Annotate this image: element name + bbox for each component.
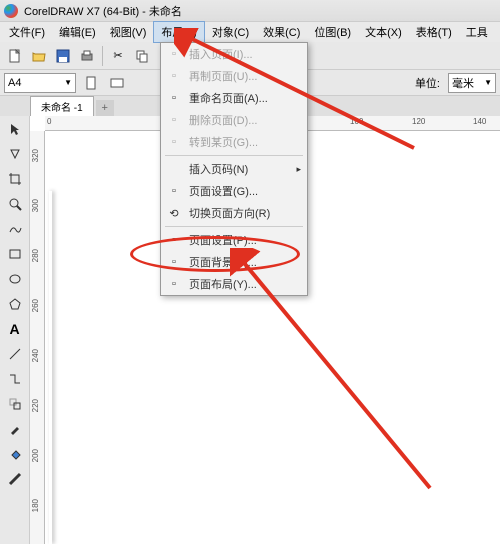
units-combo[interactable]: 毫米 ▼ [448,73,496,93]
menu-item-label: 删除页面(D)... [189,112,257,128]
ruler-tick-label: 100 [350,117,363,126]
menu-insert-page-number[interactable]: 插入页码(N) ▸ [161,158,307,180]
menu-page-setup[interactable]: ▫ 页面设置(G)... [161,180,307,202]
add-tab-button[interactable]: + [96,100,114,116]
ruler-tick-label: 320 [31,149,40,162]
page-add-icon: ▫ [166,46,182,62]
title-bar: CorelDRAW X7 (64-Bit) - 未命名 [0,0,500,22]
menu-item-label: 切换页面方向(R) [189,205,270,221]
menu-switch-orientation[interactable]: ⟲ 切换页面方向(R) [161,202,307,224]
text-tool-icon[interactable]: A [6,320,24,338]
ruler-tick-label: 140 [473,117,486,126]
menu-goto-page[interactable]: ▫ 转到某页(G)... [161,131,307,153]
menu-page-layout[interactable]: ▫ 页面布局(Y)... [161,273,307,295]
new-icon[interactable] [4,45,26,67]
open-icon[interactable] [28,45,50,67]
page-setup-icon: ▫ [166,183,182,199]
menu-bar[interactable]: 文件(F) 编辑(E) 视图(V) 布局(L) 对象(C) 效果(C) 位图(B… [0,22,500,42]
ruler-tick-label: 120 [412,117,425,126]
menu-insert-page[interactable]: ▫ 插入页面(I)... [161,43,307,65]
rectangle-tool-icon[interactable] [6,245,24,263]
ruler-tick-label: 260 [31,299,40,312]
effects-tool-icon[interactable] [6,395,24,413]
menu-rename-page[interactable]: ▫ 重命名页面(A)... [161,87,307,109]
ruler-tick-label: 180 [31,499,40,512]
shape-tool-icon[interactable] [6,145,24,163]
ruler-vertical[interactable]: 320 300 280 260 240 220 200 180 [30,131,45,544]
portrait-icon[interactable] [80,72,102,94]
page-copy-icon: ▫ [166,68,182,84]
dropdown-arrow-icon: ▼ [484,78,492,87]
menu-item-label: 页面设置(P)... [189,232,257,248]
menu-effects[interactable]: 效果(C) [256,22,307,42]
orientation-icon: ⟲ [166,205,182,221]
menu-item-label: 插入页码(N) [189,161,248,177]
menu-duplicate-page[interactable]: ▫ 再制页面(U)... [161,65,307,87]
page-layout-icon: ▫ [166,276,182,292]
menu-item-label: 页面背景(B)... [189,254,257,270]
eyedropper-tool-icon[interactable] [6,420,24,438]
polygon-tool-icon[interactable] [6,295,24,313]
page-goto-icon: ▫ [166,134,182,150]
page-shadow [49,191,52,544]
ruler-tick-label: 0 [47,117,51,126]
menu-view[interactable]: 视图(V) [103,22,154,42]
paper-value: A4 [8,77,21,89]
menu-text[interactable]: 文本(X) [358,22,409,42]
ruler-tick-label: 200 [31,449,40,462]
pick-tool-icon[interactable] [6,120,24,138]
copy-icon[interactable] [131,45,153,67]
layout-menu-dropdown: ▫ 插入页面(I)... ▫ 再制页面(U)... ▫ 重命名页面(A)... ▫ 删除… [160,42,308,296]
ruler-tick-label: 240 [31,349,40,362]
separator [102,46,103,66]
menu-separator [165,155,303,156]
page-delete-icon: ▫ [166,112,182,128]
ruler-tick-label: 280 [31,249,40,262]
menu-item-label: 页面设置(G)... [189,183,258,199]
menu-item-label: 再制页面(U)... [189,68,257,84]
freehand-tool-icon[interactable] [6,220,24,238]
outline-tool-icon[interactable] [6,470,24,488]
menu-page-settings[interactable]: ▫ 页面设置(P)... [161,229,307,251]
dimension-tool-icon[interactable] [6,345,24,363]
units-value: 毫米 [452,75,474,91]
print-icon[interactable] [76,45,98,67]
window-title: CorelDRAW X7 (64-Bit) - 未命名 [24,3,182,19]
menu-object[interactable]: 对象(C) [205,22,256,42]
submenu-arrow-icon: ▸ [296,164,301,175]
units-label: 单位: [415,75,440,91]
page-bg-icon: ▫ [166,254,182,270]
menu-delete-page[interactable]: ▫ 删除页面(D)... [161,109,307,131]
connector-tool-icon[interactable] [6,370,24,388]
menu-edit[interactable]: 编辑(E) [52,22,103,42]
app-logo-icon [4,4,18,18]
fill-tool-icon[interactable] [6,445,24,463]
ruler-tick-label: 300 [31,199,40,212]
dropdown-arrow-icon: ▼ [64,78,72,87]
menu-layout[interactable]: 布局(L) [153,21,204,43]
cut-icon[interactable]: ✂ [107,45,129,67]
toolbox: A [0,116,30,544]
document-tab[interactable]: 未命名 -1 [30,96,94,116]
menu-bitmap[interactable]: 位图(B) [307,22,358,42]
zoom-tool-icon[interactable] [6,195,24,213]
crop-tool-icon[interactable] [6,170,24,188]
menu-item-label: 页面布局(Y)... [189,276,257,292]
menu-separator [165,226,303,227]
menu-item-label: 重命名页面(A)... [189,90,268,106]
page-rename-icon: ▫ [166,90,182,106]
menu-file[interactable]: 文件(F) [2,22,52,42]
paper-size-combo[interactable]: A4 ▼ [4,73,76,93]
page-icon: ▫ [166,232,182,248]
ellipse-tool-icon[interactable] [6,270,24,288]
landscape-icon[interactable] [106,72,128,94]
ruler-tick-label: 220 [31,399,40,412]
menu-tools[interactable]: 工具 [459,22,495,42]
menu-page-background[interactable]: ▫ 页面背景(B)... [161,251,307,273]
menu-table[interactable]: 表格(T) [409,22,459,42]
menu-item-label: 插入页面(I)... [189,46,253,62]
save-icon[interactable] [52,45,74,67]
menu-item-label: 转到某页(G)... [189,134,258,150]
